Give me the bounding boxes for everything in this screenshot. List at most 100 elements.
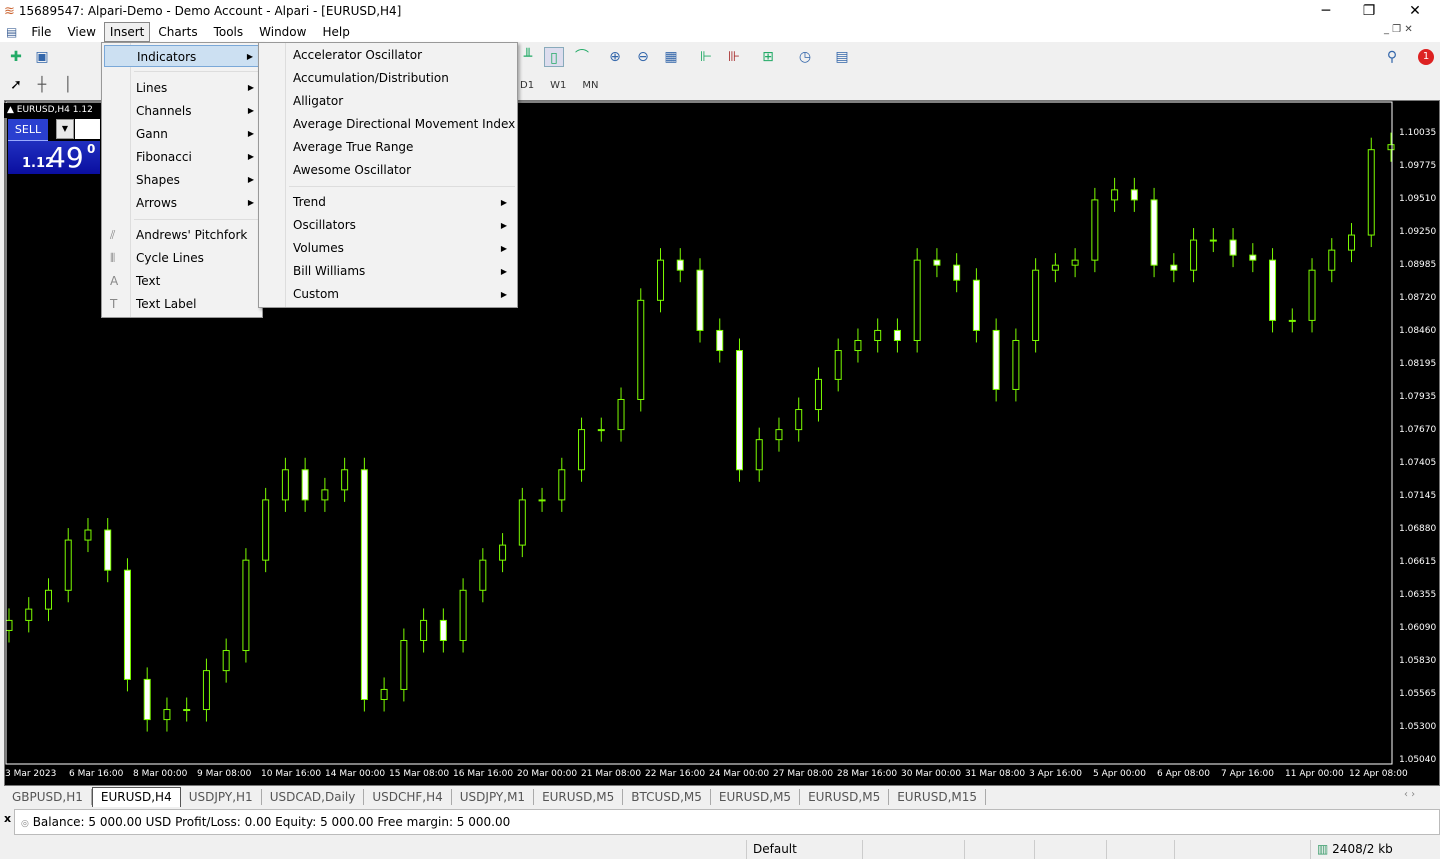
crosshair-icon[interactable]: ┼ bbox=[32, 75, 52, 95]
menu-item-label: Indicators bbox=[137, 50, 197, 64]
menu-separator bbox=[289, 186, 515, 187]
account-summary: Balance: 5 000.00 USD Profit/Loss: 0.00 … bbox=[32, 815, 511, 829]
chart-tab[interactable]: USDJPY,H1 bbox=[181, 788, 262, 805]
indicator-menu-item[interactable]: Bill Williams ▶ bbox=[261, 260, 515, 283]
insert-menu-item[interactable]: Lines ▶ bbox=[104, 77, 260, 99]
insert-menu-item[interactable]: ⫽ Andrews' Pitchfork bbox=[104, 224, 260, 246]
chart-tab[interactable]: USDCHF,H4 bbox=[364, 788, 452, 805]
menu-item-label: Text bbox=[136, 274, 161, 288]
candlestick-icon[interactable]: ▯ bbox=[544, 47, 564, 67]
lot-input[interactable] bbox=[75, 119, 100, 139]
menu-file[interactable]: File bbox=[23, 23, 59, 41]
notifications-badge[interactable]: 1 bbox=[1418, 49, 1434, 65]
y-tick-label: 1.06090 bbox=[1399, 623, 1437, 633]
indicator-menu-item[interactable]: Oscillators ▶ bbox=[261, 214, 515, 237]
x-tick-label: 12 Apr 08:00 bbox=[1349, 769, 1408, 779]
new-chart-icon[interactable]: ✚ bbox=[6, 47, 26, 67]
chart-tab[interactable]: EURUSD,H4 bbox=[91, 786, 181, 807]
account-icon: ◎ bbox=[21, 819, 29, 829]
chart-tab[interactable]: BTCUSD,M5 bbox=[623, 788, 711, 805]
chart-shift-icon[interactable]: ⊩ bbox=[696, 47, 716, 67]
zoom-out-icon[interactable]: ⊖ bbox=[633, 47, 653, 67]
indicator-menu-item[interactable]: Average Directional Movement Index bbox=[261, 113, 515, 136]
app-menu-icon[interactable]: ▤ bbox=[6, 25, 17, 39]
tile-windows-icon[interactable]: ▦ bbox=[661, 47, 681, 67]
candle-body bbox=[183, 709, 191, 712]
menu-item-label: Accelerator Oscillator bbox=[293, 48, 423, 62]
candle-body bbox=[657, 259, 665, 301]
indicator-menu-item[interactable]: Average True Range bbox=[261, 136, 515, 159]
candle-body bbox=[1229, 239, 1237, 256]
zoom-in-icon[interactable]: ⊕ bbox=[605, 47, 625, 67]
x-tick-label: 11 Apr 00:00 bbox=[1285, 769, 1344, 779]
close-button[interactable]: ✕ bbox=[1392, 0, 1438, 22]
indicators-icon[interactable]: ⊞ bbox=[758, 47, 778, 67]
x-tick-label: 16 Mar 16:00 bbox=[453, 769, 514, 779]
candle-body bbox=[893, 329, 901, 341]
indicator-menu-item[interactable]: Volumes ▶ bbox=[261, 237, 515, 260]
insert-menu-item[interactable]: Gann ▶ bbox=[104, 123, 260, 145]
lot-dropdown[interactable]: ▼ bbox=[56, 119, 74, 139]
chart-tab[interactable]: EURUSD,M5 bbox=[534, 788, 624, 805]
insert-menu-item[interactable]: Indicators ▶ bbox=[104, 45, 260, 67]
insert-menu-item[interactable]: A Text bbox=[104, 270, 260, 292]
indicator-menu-item[interactable]: Alligator bbox=[261, 90, 515, 113]
vertical-line-icon[interactable]: │ bbox=[58, 75, 78, 95]
indicator-menu-item[interactable]: Custom ▶ bbox=[261, 283, 515, 306]
chart-tab[interactable]: EURUSD,M5 bbox=[800, 788, 890, 805]
menu-item-label: Lines bbox=[136, 81, 168, 95]
tab-scroll-arrows[interactable]: ‹ › bbox=[1404, 789, 1415, 800]
indicator-menu-item[interactable]: Awesome Oscillator bbox=[261, 159, 515, 182]
chart-tab[interactable]: EURUSD,M15 bbox=[889, 788, 986, 805]
sell-button[interactable]: SELL bbox=[8, 119, 48, 141]
x-tick-label: 14 Mar 00:00 bbox=[325, 769, 386, 779]
indicator-menu-item[interactable]: Trend ▶ bbox=[261, 191, 515, 214]
insert-menu-item[interactable]: Fibonacci ▶ bbox=[104, 146, 260, 168]
cursor-icon[interactable]: ➚ bbox=[6, 75, 26, 95]
y-tick-label: 1.07935 bbox=[1399, 392, 1437, 402]
candle-body bbox=[578, 429, 586, 471]
insert-menu-item[interactable]: T Text Label bbox=[104, 293, 260, 315]
chart-tabs: GBPUSD,H1 EURUSD,H4 USDJPY,H1 USDCAD,Daily U… bbox=[0, 786, 1440, 807]
menu-item-label: Accumulation/Distribution bbox=[293, 71, 449, 85]
insert-menu-item[interactable]: Shapes ▶ bbox=[104, 169, 260, 191]
candle-body bbox=[479, 559, 487, 591]
candle-body bbox=[459, 589, 467, 641]
candle-body bbox=[1130, 189, 1138, 201]
autoscroll-icon[interactable]: ⊪ bbox=[724, 47, 744, 67]
timeframe-toolbar: D1 W1 MN bbox=[512, 80, 606, 91]
chart-tab[interactable]: USDJPY,M1 bbox=[452, 788, 535, 805]
timeframe-mn[interactable]: MN bbox=[574, 80, 606, 91]
chart-tab[interactable]: USDCAD,Daily bbox=[262, 788, 365, 805]
minimize-button[interactable]: ─ bbox=[1303, 0, 1349, 22]
insert-menu-item[interactable]: ⦀ Cycle Lines bbox=[104, 247, 260, 269]
menu-charts[interactable]: Charts bbox=[150, 23, 205, 41]
insert-menu-item[interactable]: Channels ▶ bbox=[104, 100, 260, 122]
chart-tab[interactable]: EURUSD,M5 bbox=[711, 788, 801, 805]
insert-menu-item[interactable]: Arrows ▶ bbox=[104, 192, 260, 214]
terminal-close-button[interactable]: x bbox=[4, 812, 11, 825]
x-tick-label: 7 Apr 16:00 bbox=[1221, 769, 1274, 779]
menu-window[interactable]: Window bbox=[251, 23, 314, 41]
y-tick-label: 1.08720 bbox=[1399, 293, 1437, 303]
x-tick-label: 31 Mar 08:00 bbox=[965, 769, 1026, 779]
indicator-menu-item[interactable]: Accelerator Oscillator bbox=[261, 44, 515, 67]
periods-icon[interactable]: ◷ bbox=[795, 47, 815, 67]
menu-view[interactable]: View bbox=[59, 23, 103, 41]
menu-tools[interactable]: Tools bbox=[206, 23, 252, 41]
mdi-window-controls[interactable]: _ ❐ ✕ bbox=[1384, 24, 1413, 35]
chart-tab[interactable]: GBPUSD,H1 bbox=[4, 788, 92, 805]
templates-icon[interactable]: ▤ bbox=[832, 47, 852, 67]
sell-price-button[interactable]: 1.12 49 0 bbox=[8, 141, 100, 174]
restore-button[interactable]: ❐ bbox=[1346, 0, 1392, 22]
search-icon[interactable]: ⚲ bbox=[1382, 47, 1402, 67]
bar-chart-icon[interactable]: ╨ bbox=[518, 47, 538, 67]
line-chart-icon[interactable]: ⌒ bbox=[572, 47, 592, 67]
timeframe-w1[interactable]: W1 bbox=[542, 80, 574, 91]
profiles-icon[interactable]: ▣ bbox=[32, 47, 52, 67]
candle-body bbox=[5, 619, 13, 631]
menu-insert[interactable]: Insert bbox=[103, 22, 151, 42]
menu-help[interactable]: Help bbox=[314, 23, 357, 41]
submenu-arrow-icon: ▶ bbox=[247, 83, 254, 92]
indicator-menu-item[interactable]: Accumulation/Distribution bbox=[261, 67, 515, 90]
